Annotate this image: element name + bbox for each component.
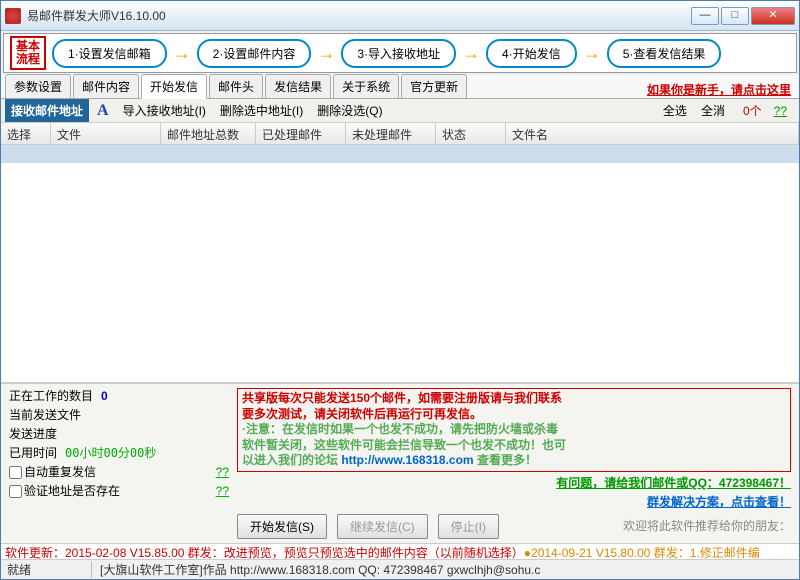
recommend-text: 欢迎将此软件推荐给你的朋友： bbox=[499, 517, 791, 534]
continue-send-button[interactable]: 继续发信(C) bbox=[337, 514, 428, 539]
tab-header[interactable]: 邮件头 bbox=[209, 74, 263, 98]
toolbar-section-label: 接收邮件地址 bbox=[5, 99, 89, 122]
newbie-link[interactable]: 如果你是新手，请点击这里 bbox=[647, 81, 791, 98]
tab-content[interactable]: 邮件内容 bbox=[73, 74, 139, 98]
maximize-button[interactable]: □ bbox=[721, 7, 749, 25]
flow-step-3[interactable]: 3·导入接收地址 bbox=[341, 39, 456, 68]
progress-label: 发送进度 bbox=[9, 426, 229, 443]
status-ready: 就绪 bbox=[7, 561, 31, 578]
col-file[interactable]: 文件 bbox=[51, 123, 161, 144]
grid-empty-row bbox=[1, 145, 799, 163]
arrow-icon: → bbox=[317, 43, 335, 64]
col-todo[interactable]: 未处理邮件 bbox=[346, 123, 436, 144]
delete-unselected-button[interactable]: 删除没选(Q) bbox=[311, 100, 388, 121]
arrow-icon: → bbox=[583, 43, 601, 64]
toolbar: 接收邮件地址 A 导入接收地址(I) 删除选中地址(I) 删除没选(Q) 全选 … bbox=[1, 99, 799, 123]
tab-update[interactable]: 官方更新 bbox=[401, 74, 467, 98]
flow-step-5[interactable]: 5·查看发信结果 bbox=[607, 39, 722, 68]
titlebar: 易邮件群发大师V16.10.00 — □ ✕ bbox=[1, 1, 799, 31]
auto-repeat-checkbox[interactable]: 自动重复发信?? bbox=[9, 464, 229, 481]
flow-step-2[interactable]: 2·设置邮件内容 bbox=[197, 39, 312, 68]
close-button[interactable]: ✕ bbox=[751, 7, 795, 25]
status-info: [大旗山软件工作室]作品 http://www.168318.com QQ: 4… bbox=[91, 561, 548, 578]
update-ticker: 软件更新：2015-02-08 V15.85.00 群发：改进预览，预览只预览选… bbox=[1, 543, 799, 559]
grid-body[interactable] bbox=[1, 145, 799, 383]
col-select[interactable]: 选择 bbox=[1, 123, 51, 144]
tab-send[interactable]: 开始发信 bbox=[141, 74, 207, 99]
verify-address-checkbox[interactable]: 验证地址是否存在?? bbox=[9, 483, 229, 500]
flow-step-4[interactable]: 4·开始发信 bbox=[486, 39, 577, 68]
tab-bar: 参数设置 邮件内容 开始发信 邮件头 发信结果 关于系统 官方更新 如果你是新手… bbox=[1, 75, 799, 99]
status-bar: 就绪 [大旗山软件工作室]作品 http://www.168318.com QQ… bbox=[1, 559, 799, 579]
current-file-label: 当前发送文件 bbox=[9, 407, 229, 424]
col-filename[interactable]: 文件名 bbox=[506, 123, 799, 144]
start-send-button[interactable]: 开始发信(S) bbox=[237, 514, 327, 539]
flow-bar: 基本 流程 1·设置发信邮箱 → 2·设置邮件内容 → 3·导入接收地址 → 4… bbox=[3, 33, 797, 73]
flow-label: 基本 流程 bbox=[10, 36, 46, 70]
address-count: 0个 bbox=[743, 102, 762, 119]
col-done[interactable]: 已处理邮件 bbox=[256, 123, 346, 144]
import-addresses-button[interactable]: 导入接收地址(I) bbox=[117, 100, 212, 121]
window-title: 易邮件群发大师V16.10.00 bbox=[27, 7, 691, 24]
letter-a-icon: A bbox=[97, 102, 109, 120]
col-total[interactable]: 邮件地址总数 bbox=[161, 123, 256, 144]
app-icon bbox=[5, 8, 21, 24]
delete-selected-button[interactable]: 删除选中地址(I) bbox=[214, 100, 309, 121]
time-label: 已用时间 bbox=[9, 446, 57, 460]
help-link[interactable]: ?? bbox=[216, 464, 229, 481]
bottom-panel: 正在工作的数目 0 当前发送文件 发送进度 已用时间 00小时00分00秒 自动重复… bbox=[1, 383, 799, 543]
time-value: 00小时00分00秒 bbox=[65, 446, 156, 460]
flow-step-1[interactable]: 1·设置发信邮箱 bbox=[52, 39, 167, 68]
tab-result[interactable]: 发信结果 bbox=[265, 74, 331, 98]
forum-link[interactable]: http://www.168318.com bbox=[341, 453, 473, 467]
working-label: 正在工作的数目 bbox=[9, 389, 93, 403]
tab-params[interactable]: 参数设置 bbox=[5, 74, 71, 98]
deselect-all-button[interactable]: 全消 bbox=[695, 100, 731, 121]
tab-about[interactable]: 关于系统 bbox=[333, 74, 399, 98]
arrow-icon: → bbox=[462, 43, 480, 64]
grid-header: 选择 文件 邮件地址总数 已处理邮件 未处理邮件 状态 文件名 bbox=[1, 123, 799, 145]
col-status[interactable]: 状态 bbox=[436, 123, 506, 144]
help-link[interactable]: ?? bbox=[774, 104, 787, 118]
solution-link[interactable]: 群发解决方案，点击查看！ bbox=[647, 495, 791, 509]
notice-box: 共享版每次只能发送150个邮件，如需要注册版请与我们联系 要多次测试，请关闭软件… bbox=[237, 388, 791, 472]
stop-send-button[interactable]: 停止(I) bbox=[438, 514, 499, 539]
minimize-button[interactable]: — bbox=[691, 7, 719, 25]
arrow-icon: → bbox=[173, 43, 191, 64]
help-link[interactable]: ?? bbox=[216, 483, 229, 500]
working-value: 0 bbox=[101, 389, 108, 403]
select-all-button[interactable]: 全选 bbox=[657, 100, 693, 121]
contact-link[interactable]: 有问题，请给我们邮件或QQ：472398467！ bbox=[556, 476, 791, 490]
